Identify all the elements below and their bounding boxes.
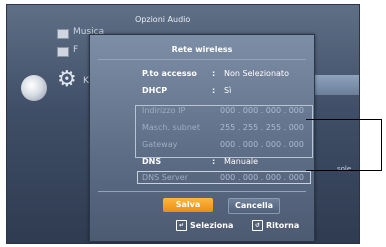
dhcp-label: DHCP (142, 86, 168, 95)
cancel-button[interactable]: Cancella (228, 198, 280, 214)
dns-server-value[interactable]: 000 . 000 . 000 . 000 (220, 173, 304, 182)
help-select: ↵ Seleziona (176, 220, 233, 231)
gateway-label: Gateway (142, 140, 178, 149)
help-return: ↺ Ritorna (252, 220, 299, 231)
access-point-label: P.to accesso (142, 69, 197, 78)
ip-address-label: Indirizzo IP (142, 106, 186, 115)
callout-line (306, 119, 382, 120)
dns-label: DNS (142, 157, 162, 166)
menu-item-f[interactable]: F (73, 45, 78, 55)
return-key-icon: ↺ (252, 220, 263, 231)
disc-icon (21, 75, 47, 101)
callout-line (381, 119, 382, 171)
ip-address-value[interactable]: 000 . 000 . 000 . 000 (220, 106, 304, 115)
enter-key-icon: ↵ (176, 220, 187, 231)
return-hint: Ritorna (266, 221, 300, 230)
save-button[interactable]: Salva (163, 198, 213, 212)
access-point-value[interactable]: Non Selezionato (224, 69, 289, 78)
callout-line (306, 170, 382, 171)
side-label: sole (337, 165, 352, 173)
photo-icon (57, 47, 69, 57)
gateway-value[interactable]: 000 . 000 . 000 . 000 (220, 140, 304, 149)
dhcp-value[interactable]: Sì (224, 86, 231, 95)
menu-title: Opzioni Audio (135, 15, 191, 24)
colon: : (212, 86, 216, 95)
subnet-mask-value[interactable]: 255 . 255 . 255 . 000 (220, 123, 304, 132)
dns-server-label: DNS Server (142, 173, 188, 182)
gear-icon: ⚙ (57, 67, 77, 92)
select-hint: Seleziona (190, 221, 234, 230)
subnet-mask-label: Masch. subnet (142, 123, 200, 132)
colon: : (212, 69, 216, 78)
dns-value[interactable]: Manuale (224, 157, 258, 166)
dialog-title: Rete wireless (171, 45, 233, 54)
divider (98, 191, 306, 192)
colon: : (212, 157, 216, 166)
wireless-dialog: Rete wireless P.to accesso : Non Selezio… (89, 34, 315, 242)
music-icon (57, 29, 69, 39)
tv-screen: Opzioni Audio Musica F ⚙ K ▸ sole Rete w… (6, 4, 360, 244)
divider (98, 59, 306, 60)
